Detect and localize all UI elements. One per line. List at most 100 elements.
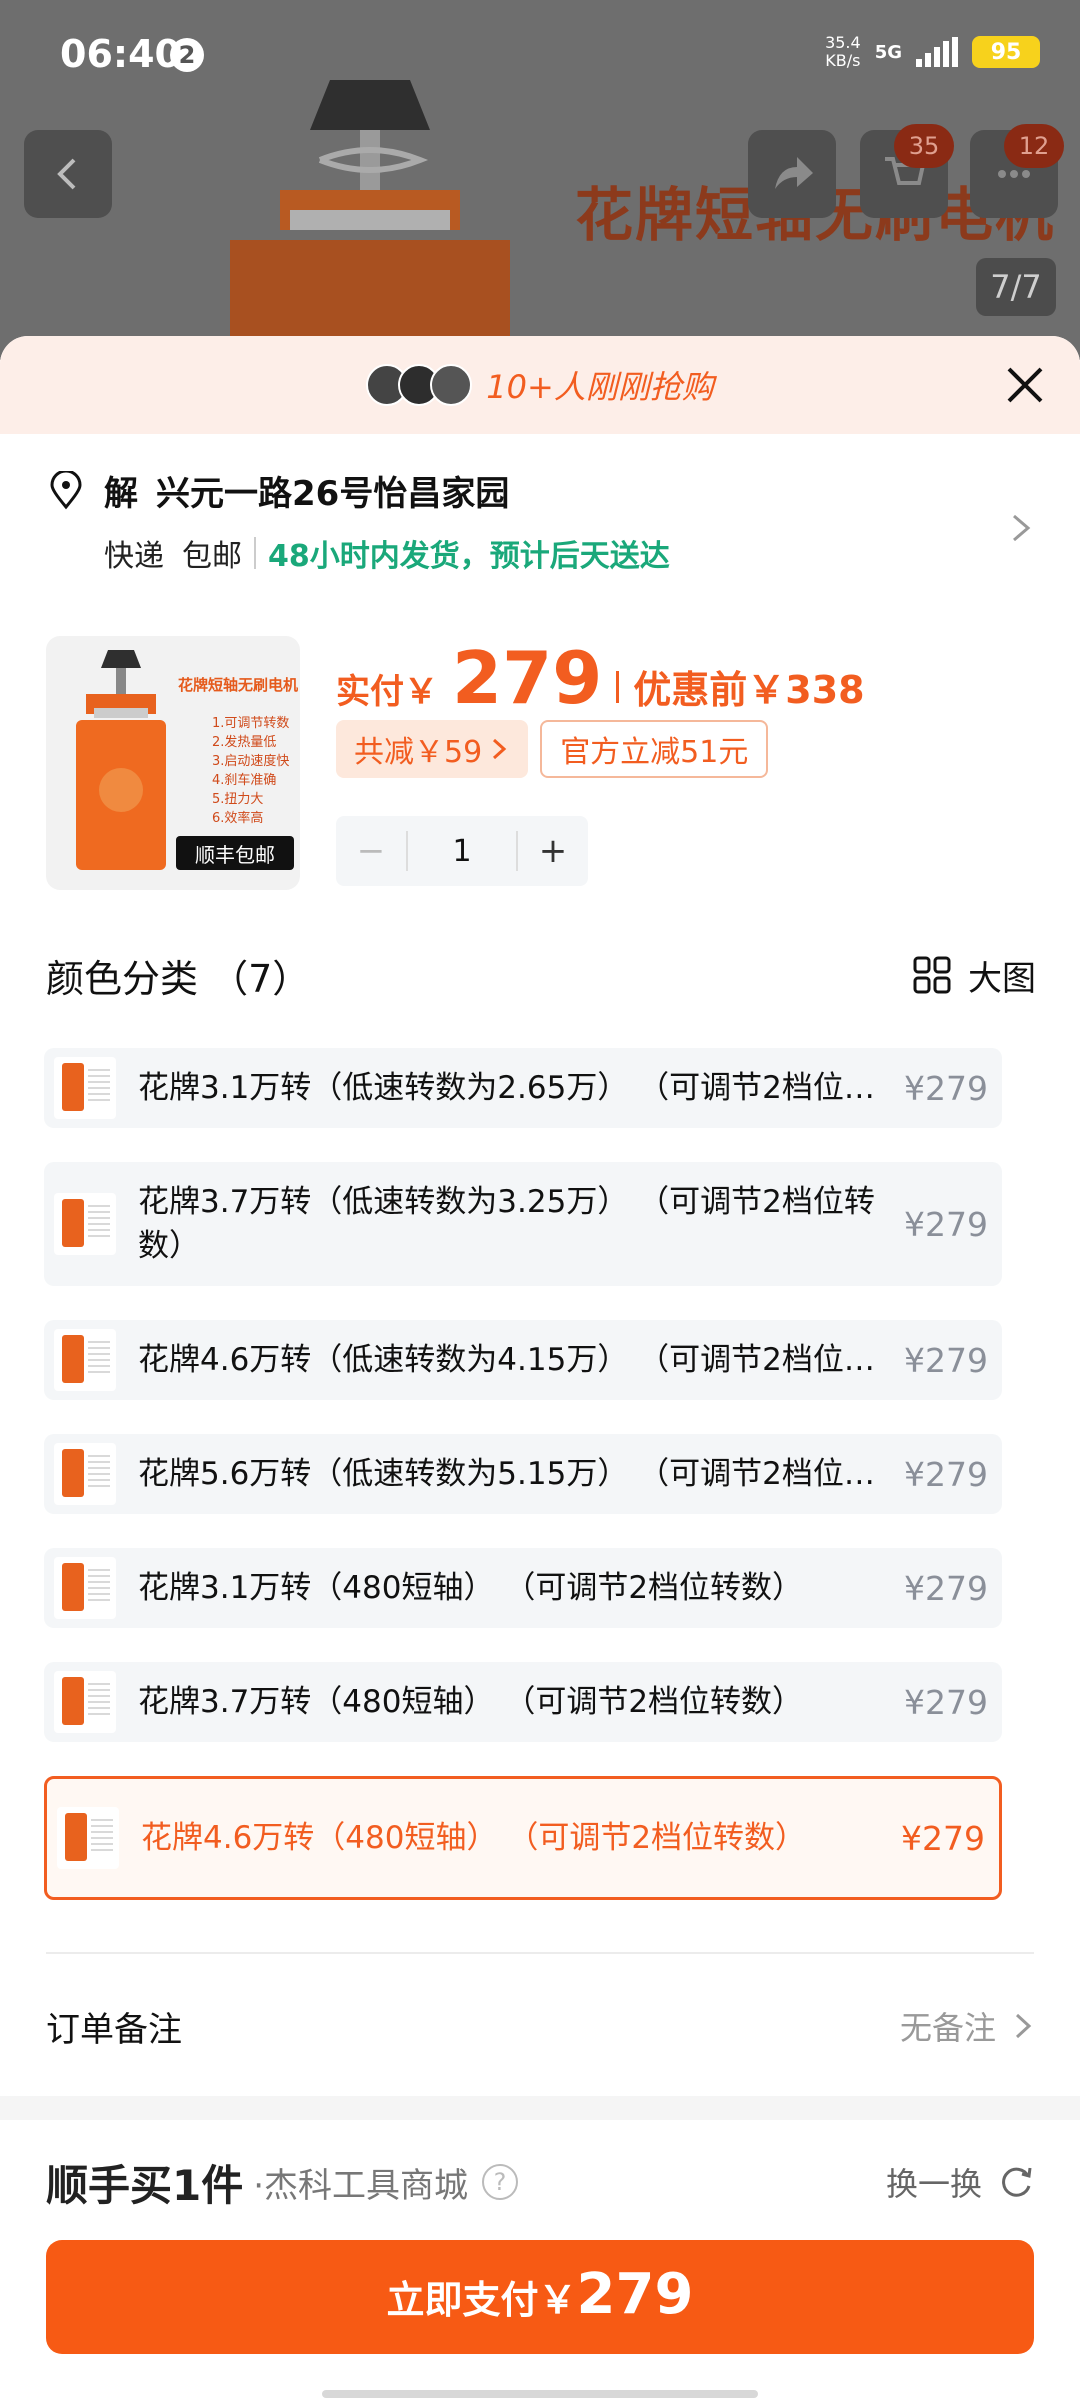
option-price: ¥279 [904, 1068, 988, 1108]
sf-express-badge: 顺丰包邮 [176, 836, 294, 870]
big-image-toggle[interactable]: 大图 [912, 951, 1036, 1000]
discount-tags: 共减￥59 官方立减51元 [336, 720, 769, 778]
thumbnail-feature-list: 1.可调节转数 2.发热量低 3.启动速度快 4.刹车准确 5.扭力大 6.效率… [212, 716, 290, 826]
option-price: ¥279 [904, 1340, 988, 1380]
option-thumbnail [54, 1671, 116, 1733]
official-discount-tag: 官方立减51元 [540, 720, 769, 778]
category-title: 颜色分类 （7） [46, 956, 311, 1001]
quantity-stepper: − 1 + [336, 816, 588, 886]
status-bar: 06:40 2 35.4 KB/s 5G 95 [0, 0, 1080, 110]
switch-button[interactable]: 换一换 [886, 2159, 1036, 2205]
option-item[interactable]: 花牌5.6万转（低速转数为5.15万） （可调节2档位转数） ¥279 [44, 1434, 1002, 1514]
option-label: 花牌3.1万转（480短轴） （可调节2档位转数） [138, 1570, 804, 1606]
shipping-fee: 包邮 [182, 539, 242, 574]
option-thumbnail [54, 1443, 116, 1505]
recent-buyers-text: 10+人刚刚抢购 [486, 368, 714, 406]
location-pin-icon [50, 470, 82, 509]
price-label: 实付￥ [336, 672, 438, 712]
option-thumbnail [54, 1557, 116, 1619]
chevron-right-icon [493, 738, 507, 760]
message-badge: 12 [1004, 124, 1064, 168]
option-label: 花牌4.6万转（低速转数为4.15万） （可调节2档位转数） [138, 1342, 878, 1378]
option-price: ¥279 [904, 1568, 988, 1608]
status-time: 06:40 [60, 32, 181, 76]
share-icon [775, 157, 813, 189]
product-summary: 花牌短轴无刷电机 1.可调节转数 2.发热量低 3.启动速度快 4.刹车准确 5… [46, 636, 1036, 896]
shipping-method: 快递 [104, 539, 164, 574]
option-label: 花牌3.1万转（低速转数为2.65万） （可调节2档位转数） [138, 1070, 878, 1106]
option-thumbnail [54, 1193, 116, 1255]
background-product-page: 花牌短轴无刷电机 7/7 06:40 2 35.4 KB/s 5G 95 35 … [0, 0, 1080, 360]
category-header: 颜色分类 （7） 大图 [46, 950, 1036, 1001]
order-remark-label: 订单备注 [46, 2009, 182, 2050]
option-item[interactable]: 花牌3.1万转（低速转数为2.65万） （可调节2档位转数） ¥279 [44, 1048, 1002, 1128]
address-prefix: 解 [104, 474, 138, 514]
order-remark-row[interactable]: 订单备注 无备注 [46, 1996, 1036, 2056]
close-icon [1007, 367, 1043, 403]
option-item-selected[interactable]: 花牌4.6万转（480短轴） （可调节2档位转数） ¥279 [44, 1776, 1002, 1900]
option-thumbnail [54, 1329, 116, 1391]
option-thumbnail [54, 1057, 116, 1119]
divider [616, 671, 620, 703]
option-price: ¥279 [904, 1204, 988, 1244]
chevron-right-icon [1015, 2013, 1032, 2039]
address-text: 兴元一路26号怡昌家园 [156, 474, 510, 514]
order-remark-value: 无备注 [900, 2003, 1036, 2049]
option-thumbnail [57, 1807, 119, 1869]
option-item[interactable]: 花牌3.7万转（480短轴） （可调节2档位转数） ¥279 [44, 1662, 1002, 1742]
close-button[interactable] [994, 354, 1056, 416]
increase-quantity-button[interactable]: + [518, 816, 588, 886]
help-icon[interactable]: ? [482, 2164, 519, 2200]
option-item[interactable]: 花牌4.6万转（低速转数为4.15万） （可调节2档位转数） ¥279 [44, 1320, 1002, 1400]
option-price: ¥279 [904, 1682, 988, 1722]
recent-buyers-banner: 10+人刚刚抢购 [0, 336, 1080, 434]
cart-button[interactable]: 35 [860, 124, 954, 218]
section-gap [0, 2096, 1080, 2120]
delivery-eta: 48小时内发货，预计后天送达 [268, 539, 670, 574]
pay-label: 立即支付￥ [386, 2278, 577, 2322]
thumbnail-title: 花牌短轴无刷电机 [178, 676, 299, 694]
chevron-left-icon [57, 158, 76, 190]
pay-amount: 279 [576, 2262, 694, 2327]
quantity-value[interactable]: 1 [408, 834, 516, 869]
option-item[interactable]: 花牌3.7万转（低速转数为3.25万） （可调节2档位转数） ¥279 [44, 1162, 1002, 1286]
notification-count-icon: 2 [170, 38, 204, 72]
add-on-brand: 顺手买1件 [46, 2160, 244, 2210]
price-before-discount: 优惠前￥338 [633, 668, 865, 712]
back-button[interactable] [24, 130, 112, 218]
network-type: 5G [874, 41, 902, 63]
total-discount-tag[interactable]: 共减￥59 [336, 720, 529, 778]
option-label: 花牌5.6万转（低速转数为5.15万） （可调节2档位转数） [138, 1456, 878, 1492]
more-button[interactable]: 12 [970, 124, 1064, 218]
cart-badge: 35 [894, 124, 954, 168]
home-indicator [322, 2390, 758, 2398]
option-price: ¥279 [901, 1818, 985, 1858]
battery-icon: 95 [972, 36, 1040, 68]
chevron-right-icon [1013, 514, 1031, 542]
price-line: 实付￥ 279 优惠前￥338 [336, 636, 865, 720]
option-item[interactable]: 花牌3.1万转（480短轴） （可调节2档位转数） ¥279 [44, 1548, 1002, 1628]
decrease-quantity-button[interactable]: − [336, 816, 406, 886]
option-label: 花牌3.7万转（低速转数为3.25万） （可调节2档位转数） [138, 1184, 875, 1264]
shipping-info: 快递 包邮 48小时内发货，预计后天送达 [104, 531, 1036, 575]
signal-icon [916, 37, 958, 67]
status-indicators: 35.4 KB/s 5G 95 [825, 34, 1040, 70]
option-list: 花牌3.1万转（低速转数为2.65万） （可调节2档位转数） ¥279 花牌3.… [44, 1048, 1002, 1934]
add-on-shop-line: 顺手买1件 ·杰科工具商城 ? 换一换 [46, 2154, 1036, 2210]
shipping-address[interactable]: 解 兴元一路26号怡昌家园 快递 包邮 48小时内发货，预计后天送达 [46, 466, 1036, 576]
shop-name: ·杰科工具商城 [253, 2165, 469, 2206]
buyer-avatars [366, 364, 473, 406]
final-price: 279 [452, 636, 603, 720]
motor-image [76, 650, 166, 870]
refresh-icon [1002, 2167, 1032, 2197]
option-label: 花牌3.7万转（480短轴） （可调节2档位转数） [138, 1684, 804, 1720]
net-speed: 35.4 KB/s [825, 33, 861, 70]
grid-icon [913, 956, 951, 994]
share-button[interactable] [748, 130, 836, 218]
option-label: 花牌4.6万转（480短轴） （可调节2档位转数） [141, 1820, 807, 1856]
pay-now-button[interactable]: 立即支付￥ 279 [46, 2240, 1034, 2354]
divider [254, 537, 256, 569]
product-thumbnail[interactable]: 花牌短轴无刷电机 1.可调节转数 2.发热量低 3.启动速度快 4.刹车准确 5… [46, 636, 300, 890]
purchase-sheet: 10+人刚刚抢购 解 兴元一路26号怡昌家园 快递 包邮 48小时内发货，预计后… [0, 336, 1080, 2400]
avatar [430, 364, 473, 406]
